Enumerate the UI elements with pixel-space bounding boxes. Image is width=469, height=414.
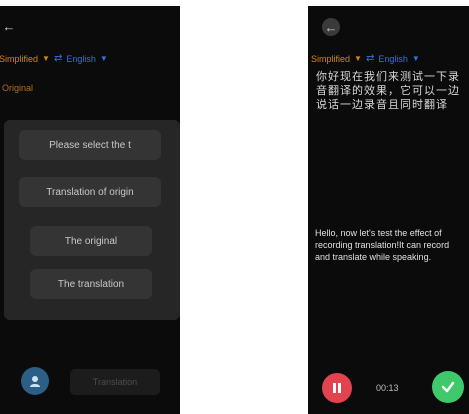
swap-languages-icon[interactable]: ⇄ bbox=[54, 53, 62, 64]
menu-item-translation[interactable]: The translation bbox=[30, 269, 152, 299]
pause-icon bbox=[333, 383, 341, 393]
chevron-down-icon[interactable]: ▼ bbox=[100, 54, 108, 63]
source-language[interactable]: Simplified bbox=[0, 54, 38, 64]
pause-button[interactable] bbox=[322, 373, 352, 403]
chevron-down-icon[interactable]: ▼ bbox=[412, 54, 420, 63]
language-bar: Simplified ▼ ⇄ English ▼ bbox=[311, 53, 420, 64]
menu-item-translation-of-original[interactable]: Translation of origin bbox=[19, 177, 161, 207]
source-language[interactable]: Simplified bbox=[311, 54, 350, 64]
back-arrow-icon[interactable]: ← bbox=[0, 17, 18, 35]
target-language[interactable]: English bbox=[66, 54, 96, 64]
language-bar: Simplified ▼ ⇄ English ▼ bbox=[0, 53, 108, 64]
confirm-button[interactable] bbox=[432, 371, 464, 403]
back-arrow-icon[interactable]: ← bbox=[322, 18, 340, 36]
user-icon bbox=[30, 376, 40, 387]
recording-timer: 00:13 bbox=[376, 383, 399, 393]
select-prompt: Please select the t bbox=[19, 130, 161, 160]
checkmark-icon bbox=[441, 381, 455, 393]
original-label: Original bbox=[2, 83, 34, 93]
translated-text: Hello, now let's test the effect of reco… bbox=[315, 228, 450, 262]
left-phone-screen: ← Simplified ▼ ⇄ English ▼ Original bbox=[0, 6, 180, 414]
translate-button[interactable]: Translation bbox=[70, 369, 160, 395]
menu-item-original[interactable]: The original bbox=[30, 226, 152, 256]
chevron-down-icon[interactable]: ▼ bbox=[42, 54, 50, 63]
target-language[interactable]: English bbox=[378, 54, 408, 64]
chevron-down-icon[interactable]: ▼ bbox=[354, 54, 362, 63]
source-text: 你好现在我们来测试一下录音翻译的效果，它可以一边说话一边录音且同时翻译 bbox=[316, 71, 460, 111]
swap-languages-icon[interactable]: ⇄ bbox=[366, 53, 374, 64]
right-phone-screen: ← Simplified ▼ ⇄ English ▼ 你好现在我们来测试一下录音… bbox=[308, 6, 469, 414]
microphone-button[interactable] bbox=[21, 367, 49, 395]
